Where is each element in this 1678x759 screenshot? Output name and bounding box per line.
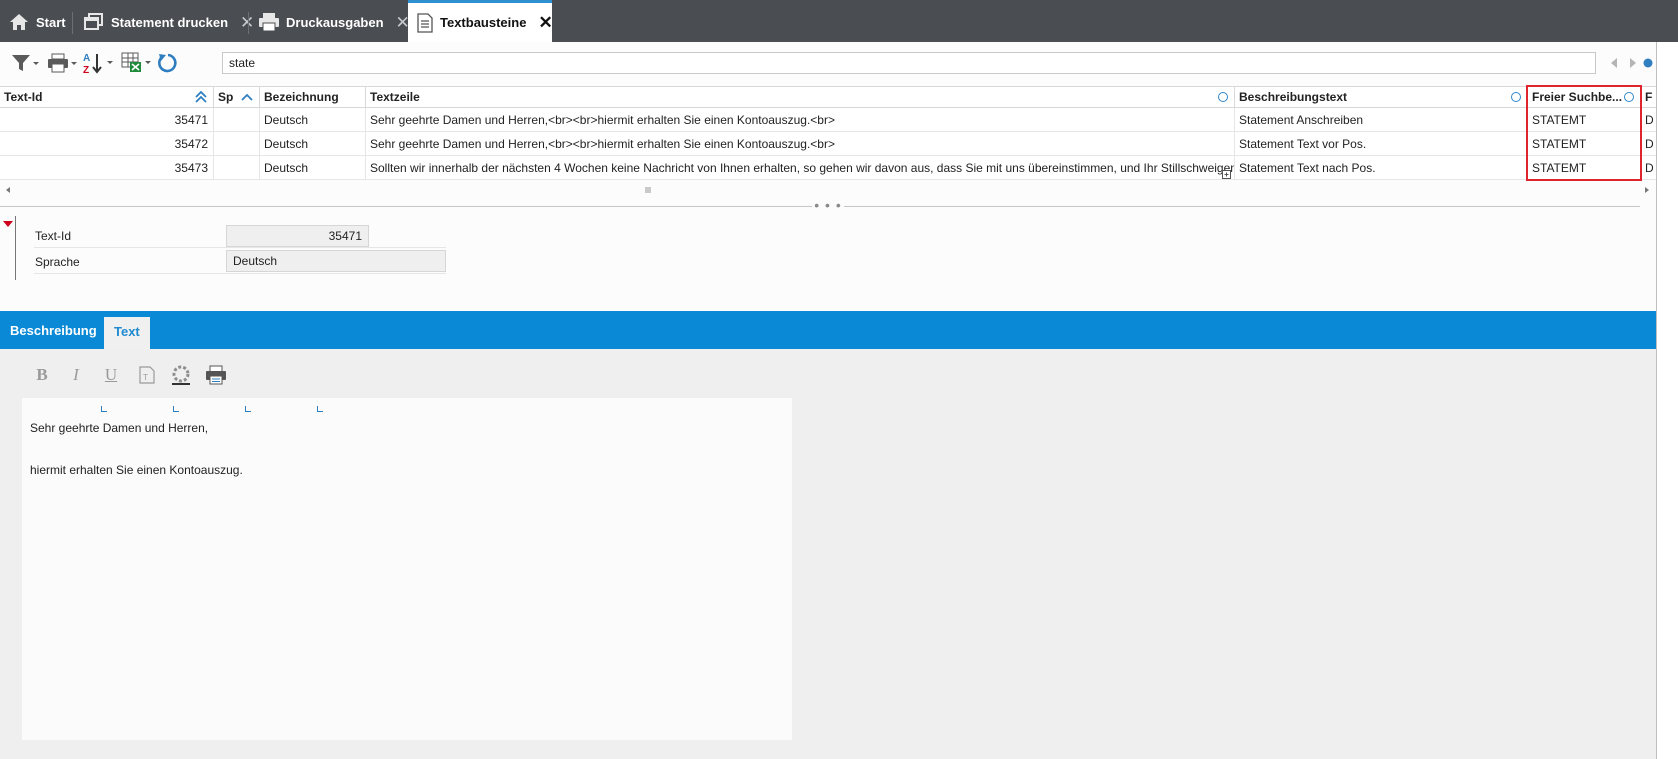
svg-text:T: T (143, 373, 148, 382)
tab-statement-drucken-label: Statement drucken (111, 14, 229, 30)
column-options-icon[interactable] (1511, 92, 1521, 102)
filter-icon[interactable] (10, 50, 40, 76)
tab-textbausteine[interactable]: Textbausteine ✕ (408, 0, 553, 42)
color-picker-icon[interactable] (170, 364, 192, 386)
editor-line: hiermit erhalten Sie einen Kontoauszug. (30, 463, 243, 477)
column-options-icon[interactable] (1218, 92, 1228, 102)
clear-format-icon[interactable]: T (136, 364, 158, 386)
text-id-label: Text-Id (35, 229, 72, 243)
tab-druckausgaben[interactable]: Druckausgaben ✕ (258, 2, 410, 42)
cell-beschreibungstext: Statement Anschreiben (1234, 108, 1527, 132)
column-header-label: Textzeile (370, 90, 420, 104)
export-excel-icon[interactable] (120, 50, 152, 76)
column-header-bezeichnung[interactable]: Bezeichnung (259, 87, 365, 109)
nav-arrows (1606, 56, 1656, 70)
grid-header: Text-Id Sp Bezeichnung Textzeile Beschre… (0, 86, 1656, 109)
printer-icon (258, 12, 280, 32)
cell-f: D (1640, 132, 1656, 156)
text-id-field[interactable]: 35471 (226, 225, 369, 247)
tab-start-label: Start (36, 14, 66, 30)
underline-icon[interactable]: U (100, 364, 122, 386)
cell-sp (213, 108, 259, 132)
document-icon (416, 12, 434, 33)
cell-textzeile: Sehr geehrte Damen und Herren,<br><br>hi… (365, 132, 1234, 156)
cell-sp (213, 132, 259, 156)
table-row[interactable]: 35473 Deutsch Sollten wir innerhalb der … (0, 156, 1656, 180)
sprache-label: Sprache (35, 255, 80, 269)
print-icon[interactable] (205, 364, 227, 386)
column-header-label: F (1645, 90, 1653, 104)
horizontal-scrollbar[interactable] (0, 183, 1656, 197)
sort-double-up-icon[interactable] (195, 90, 207, 109)
row-divider (34, 273, 446, 274)
tab-separator (248, 12, 249, 34)
cell-f: D (1640, 156, 1656, 180)
text-editor[interactable] (22, 398, 792, 740)
highlight-box (1526, 85, 1642, 181)
cell-bezeichnung: Deutsch (259, 132, 365, 156)
cell-beschreibungstext: Statement Text nach Pos. (1234, 156, 1527, 180)
column-header-label: Bezeichnung (264, 90, 339, 104)
sprache-field[interactable]: Deutsch (226, 250, 446, 272)
tab-druckausgaben-label: Druckausgaben (286, 14, 384, 30)
row-divider (34, 247, 446, 248)
column-header-label: Text-Id (4, 90, 43, 104)
home-icon (8, 12, 30, 32)
cell-textzeile: Sehr geehrte Damen und Herren,<br><br>hi… (365, 108, 1234, 132)
print-menu-icon[interactable] (46, 50, 78, 76)
cell-textzeile: Sollten wir innerhalb der nächsten 4 Woc… (365, 156, 1234, 180)
svg-text:A: A (83, 53, 90, 64)
column-header-label: Sp (218, 90, 234, 104)
windows-icon (83, 12, 105, 32)
bold-icon[interactable]: B (31, 364, 53, 386)
detail-border (15, 216, 16, 280)
splitter-handle[interactable]: • • • (812, 198, 844, 212)
tab-separator (72, 12, 73, 34)
collapse-icon[interactable] (3, 221, 13, 227)
cell-bezeichnung: Deutsch (259, 108, 365, 132)
editor-line: Sehr geehrte Damen und Herren, (30, 421, 209, 435)
cell-f: D (1640, 108, 1656, 132)
cell-text-id: 35471 (174, 113, 208, 127)
cell-bezeichnung: Deutsch (259, 156, 365, 180)
column-header-label: Beschreibungstext (1239, 90, 1348, 104)
tab-stop-marker (245, 406, 251, 412)
sort-up-icon[interactable] (241, 90, 253, 109)
close-icon[interactable]: ✕ (538, 14, 552, 31)
tab-statement-drucken[interactable]: Statement drucken ✕ (83, 2, 254, 42)
tab-stop-marker (173, 406, 179, 412)
table-row[interactable]: 35472 Deutsch Sehr geehrte Damen und Her… (0, 132, 1656, 156)
italic-icon[interactable]: I (65, 364, 87, 386)
tab-start[interactable]: Start (8, 2, 66, 42)
column-header-sp[interactable]: Sp (213, 87, 259, 109)
column-header-f[interactable]: F (1640, 87, 1656, 109)
tab-textbausteine-label: Textbausteine (440, 15, 527, 30)
cell-text-id: 35473 (174, 161, 208, 175)
tab-beschreibung[interactable]: Beschreibung (0, 311, 107, 349)
tab-stop-marker (101, 406, 107, 412)
cell-expand-icon[interactable] (1222, 168, 1231, 182)
cell-beschreibungstext: Statement Text vor Pos. (1234, 132, 1527, 156)
search-input[interactable]: state (222, 52, 1596, 74)
cell-sp (213, 156, 259, 180)
tab-text[interactable]: Text (104, 317, 150, 349)
sort-az-icon[interactable]: AZ (82, 50, 114, 76)
column-header-text-id[interactable]: Text-Id (0, 87, 213, 109)
right-margin (1657, 42, 1678, 759)
cell-text-id: 35472 (174, 137, 208, 151)
table-row[interactable]: 35471 Deutsch Sehr geehrte Damen und Her… (0, 108, 1656, 132)
svg-text:Z: Z (83, 65, 89, 75)
column-header-textzeile[interactable]: Textzeile (365, 87, 1234, 109)
tab-stop-marker (317, 406, 323, 412)
refresh-icon[interactable] (156, 50, 180, 76)
column-header-beschreibungstext[interactable]: Beschreibungstext (1234, 87, 1527, 109)
subtab-bar: Beschreibung Text (0, 311, 1656, 349)
